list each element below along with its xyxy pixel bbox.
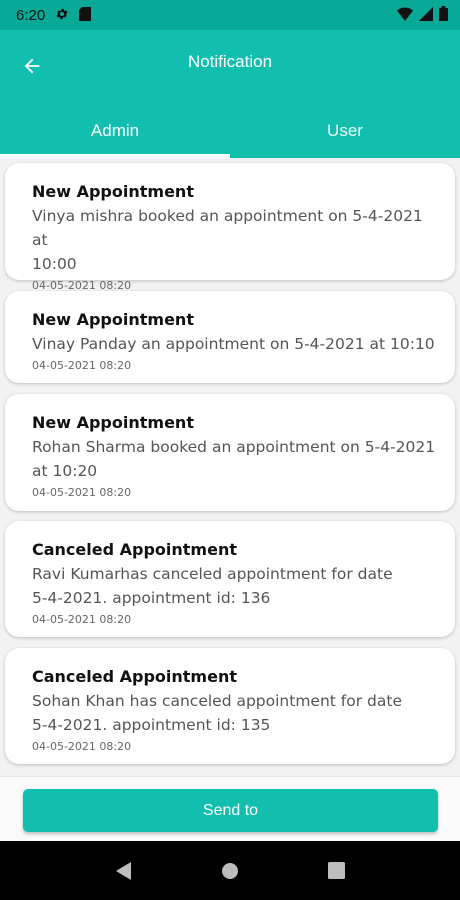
notification-title: New Appointment [32, 413, 194, 432]
notification-message-line: 5-4-2021. appointment id: 135 [32, 716, 271, 734]
app-bar: Notification Admin User [0, 30, 460, 158]
nav-back-button[interactable] [103, 851, 143, 891]
notification-message-line: Rohan Sharma booked an appointment on 5-… [32, 438, 436, 456]
system-nav-bar [0, 841, 460, 900]
status-bar: 6:20 [0, 0, 460, 30]
status-left: 6:20 [16, 6, 92, 25]
notification-title: New Appointment [32, 310, 194, 329]
notification-date: 04-05-2021 08:20 [32, 359, 132, 372]
notification-message: Sohan Khan has canceled appointment for … [32, 689, 443, 737]
notification-card[interactable]: Canceled Appointment Sohan Khan has canc… [5, 648, 455, 764]
notification-message: Ravi Kumarhas canceled appointment for d… [32, 562, 443, 610]
notification-date: 04-05-2021 08:20 [32, 486, 132, 499]
status-time: 6:20 [16, 6, 46, 24]
notification-card[interactable]: New Appointment Vinay Panday an appointm… [5, 291, 455, 383]
battery-icon [439, 5, 448, 25]
back-triangle-icon [116, 861, 132, 880]
page-title: Notification [187, 52, 273, 71]
nav-home-button[interactable] [210, 851, 250, 891]
wifi-icon [397, 6, 413, 25]
gear-icon [55, 6, 69, 25]
tab-admin[interactable]: Admin [0, 104, 230, 158]
notification-message-line: Vinya mishra booked an appointment on 5-… [32, 207, 423, 249]
nav-recents-button[interactable] [317, 851, 357, 891]
notification-date: 04-05-2021 08:20 [32, 740, 132, 753]
notification-card[interactable]: Canceled Appointment Ravi Kumarhas cance… [5, 521, 455, 637]
sd-card-icon [79, 6, 92, 25]
notification-title: Canceled Appointment [32, 667, 237, 686]
notification-date: 04-05-2021 08:20 [32, 613, 132, 626]
recents-square-icon [328, 862, 346, 879]
notification-message-line: 10:00 [32, 255, 77, 273]
status-right [397, 5, 448, 25]
notification-message-line: 5-4-2021. appointment id: 136 [32, 589, 271, 607]
bottom-action-area: Send to [0, 776, 460, 841]
signal-icon [419, 6, 433, 25]
tab-bar: Admin User [0, 104, 460, 158]
notification-message: Rohan Sharma booked an appointment on 5-… [32, 435, 443, 483]
notification-message-line: Vinay Panday an appointment on 5-4-2021 … [32, 335, 435, 353]
notification-message-line: Ravi Kumarhas canceled appointment for d… [32, 565, 393, 583]
home-circle-icon [221, 862, 238, 879]
notification-message: Vinya mishra booked an appointment on 5-… [32, 204, 443, 276]
tab-user[interactable]: User [230, 104, 460, 158]
send-to-button[interactable]: Send to [23, 789, 438, 832]
notification-card[interactable]: New Appointment Rohan Sharma booked an a… [5, 394, 455, 511]
tab-admin-label: Admin [90, 121, 140, 140]
notification-message: Vinay Panday an appointment on 5-4-2021 … [32, 332, 443, 356]
tab-user-label: User [327, 121, 363, 140]
notification-message-line: at 10:20 [32, 462, 98, 480]
notification-list[interactable]: New Appointment Vinya mishra booked an a… [0, 158, 460, 776]
notification-title: New Appointment [32, 182, 194, 201]
notification-message-line: Sohan Khan has canceled appointment for … [32, 692, 402, 710]
notification-card[interactable]: New Appointment Vinya mishra booked an a… [5, 163, 455, 292]
notification-title: Canceled Appointment [32, 540, 237, 559]
